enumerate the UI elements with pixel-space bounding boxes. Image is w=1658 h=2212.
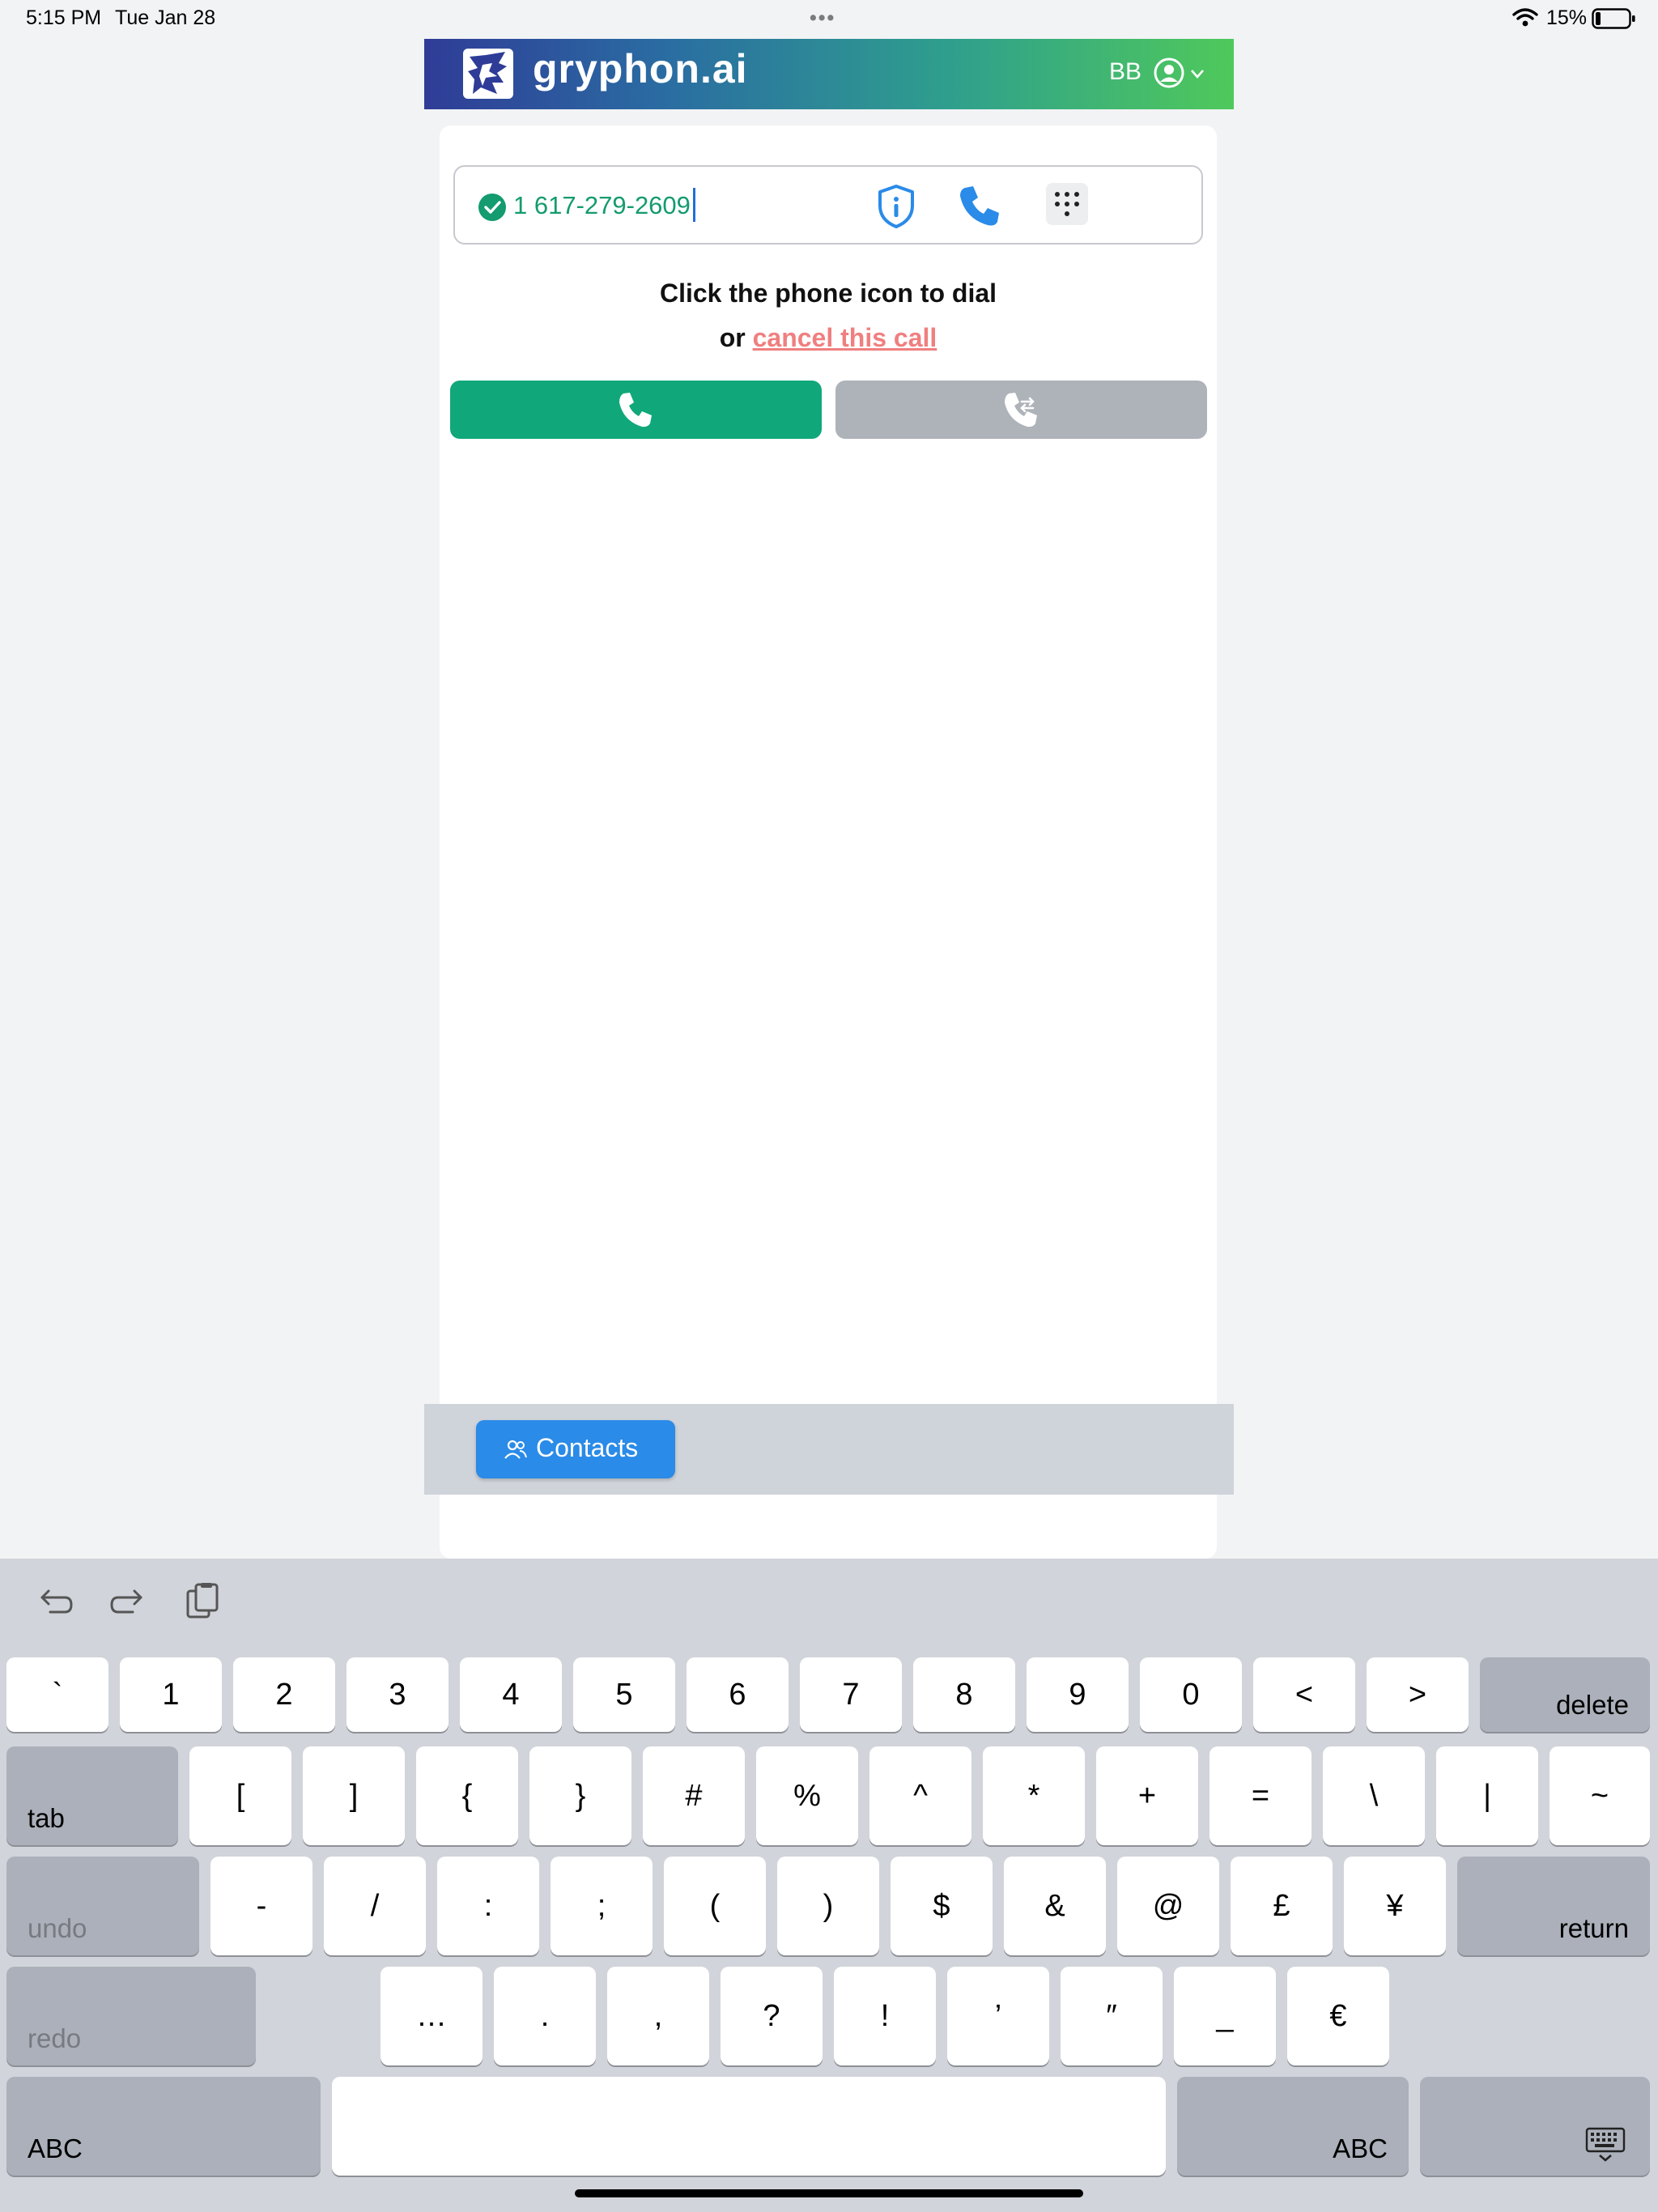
key[interactable]: 4 — [460, 1657, 562, 1732]
key[interactable]: > — [1367, 1657, 1469, 1732]
user-avatar-icon[interactable] — [1153, 57, 1185, 89]
key[interactable]: = — [1209, 1746, 1312, 1845]
key[interactable]: - — [210, 1857, 312, 1955]
shield-info-icon[interactable] — [876, 183, 916, 230]
key[interactable]: ) — [777, 1857, 879, 1955]
abc-key-right[interactable]: ABC — [1177, 2077, 1409, 2176]
onscreen-keyboard: ` 1 2 3 4 5 6 7 8 9 0 < > delete tab [ ]… — [0, 1559, 1658, 2212]
key[interactable]: ’ — [947, 1967, 1049, 2065]
key[interactable]: # — [643, 1746, 745, 1845]
key[interactable]: & — [1004, 1857, 1106, 1955]
paste-icon[interactable] — [183, 1581, 222, 1620]
phone-number-value[interactable]: 1 617-279-2609 — [513, 191, 691, 220]
home-indicator[interactable] — [575, 2189, 1083, 2197]
key[interactable]: : — [437, 1857, 539, 1955]
keyboard-hide-icon — [1585, 2127, 1626, 2162]
key[interactable]: [ — [189, 1746, 291, 1845]
dial-instructions: Click the phone icon to dial — [659, 279, 997, 308]
phone-icon[interactable] — [957, 183, 1002, 228]
key[interactable]: \ — [1323, 1746, 1425, 1845]
key[interactable]: ″ — [1061, 1967, 1163, 2065]
phone-transfer-icon — [1005, 393, 1037, 428]
contacts-button[interactable]: Contacts — [476, 1420, 675, 1478]
key[interactable]: 1 — [120, 1657, 222, 1732]
key[interactable]: ; — [551, 1857, 653, 1955]
tab-key[interactable]: tab — [6, 1746, 178, 1845]
phone-icon — [619, 393, 652, 428]
key[interactable]: { — [416, 1746, 518, 1845]
users-icon — [504, 1440, 527, 1459]
app-header: gryphon.ai BB — [424, 39, 1234, 109]
key[interactable]: , — [607, 1967, 709, 2065]
key[interactable]: 9 — [1027, 1657, 1129, 1732]
contacts-label: Contacts — [536, 1433, 639, 1462]
text-cursor — [693, 188, 695, 222]
call-button[interactable] — [450, 381, 822, 439]
key[interactable]: € — [1287, 1967, 1389, 2065]
key[interactable]: 2 — [233, 1657, 335, 1732]
key[interactable]: ? — [721, 1967, 823, 2065]
battery-percent: 15% — [1546, 6, 1588, 29]
key[interactable]: _ — [1174, 1967, 1276, 2065]
keypad-icon[interactable] — [1046, 183, 1088, 225]
key[interactable]: £ — [1231, 1857, 1333, 1955]
status-time: 5:15 PM — [26, 6, 102, 29]
delete-key[interactable]: delete — [1480, 1657, 1650, 1732]
gryphon-logo-icon — [463, 49, 513, 99]
brand-name: gryphon.ai — [533, 46, 748, 91]
key[interactable]: < — [1253, 1657, 1355, 1732]
chevron-down-icon[interactable] — [1190, 68, 1205, 79]
status-date: Tue Jan 28 — [115, 6, 216, 29]
undo-key[interactable]: undo — [6, 1857, 199, 1955]
key[interactable]: $ — [891, 1857, 993, 1955]
cancel-call-link[interactable]: cancel this call — [753, 323, 937, 352]
return-key[interactable]: return — [1457, 1857, 1650, 1955]
key[interactable]: ( — [664, 1857, 766, 1955]
key[interactable]: ^ — [869, 1746, 971, 1845]
key[interactable]: ~ — [1550, 1746, 1650, 1845]
key[interactable]: | — [1436, 1746, 1538, 1845]
key[interactable]: * — [983, 1746, 1085, 1845]
battery-icon — [1592, 8, 1635, 29]
cancel-line: or cancel this call — [440, 323, 1217, 353]
key[interactable]: + — [1096, 1746, 1198, 1845]
transfer-call-button[interactable] — [835, 381, 1207, 439]
redo-icon[interactable] — [108, 1583, 147, 1622]
footer-bar: Contacts — [424, 1404, 1234, 1495]
space-bar[interactable] — [332, 2077, 1166, 2176]
key[interactable]: . — [494, 1967, 596, 2065]
dismiss-keyboard-button[interactable] — [1420, 2077, 1650, 2176]
undo-icon[interactable] — [36, 1583, 74, 1622]
key[interactable]: @ — [1117, 1857, 1219, 1955]
phone-number-input[interactable]: 1 617-279-2609 — [453, 165, 1203, 245]
or-text: or — [719, 323, 746, 352]
wifi-icon — [1512, 8, 1538, 27]
redo-key[interactable]: redo — [6, 1967, 256, 2065]
key[interactable]: 3 — [346, 1657, 449, 1732]
key[interactable]: ! — [834, 1967, 936, 2065]
key[interactable]: 0 — [1140, 1657, 1242, 1732]
user-initials[interactable]: BB — [1109, 58, 1141, 86]
key[interactable]: ` — [6, 1657, 108, 1732]
key[interactable]: ] — [303, 1746, 405, 1845]
key[interactable]: 8 — [913, 1657, 1015, 1732]
abc-key-left[interactable]: ABC — [6, 2077, 321, 2176]
key[interactable]: 6 — [687, 1657, 789, 1732]
key[interactable]: } — [529, 1746, 631, 1845]
key[interactable]: 5 — [573, 1657, 675, 1732]
key[interactable]: / — [324, 1857, 426, 1955]
key[interactable]: ¥ — [1344, 1857, 1446, 1955]
multitasking-dots[interactable]: ••• — [810, 6, 848, 30]
check-circle-icon — [478, 194, 506, 221]
key[interactable]: … — [380, 1967, 483, 2065]
key[interactable]: 7 — [800, 1657, 902, 1732]
key[interactable]: % — [756, 1746, 858, 1845]
